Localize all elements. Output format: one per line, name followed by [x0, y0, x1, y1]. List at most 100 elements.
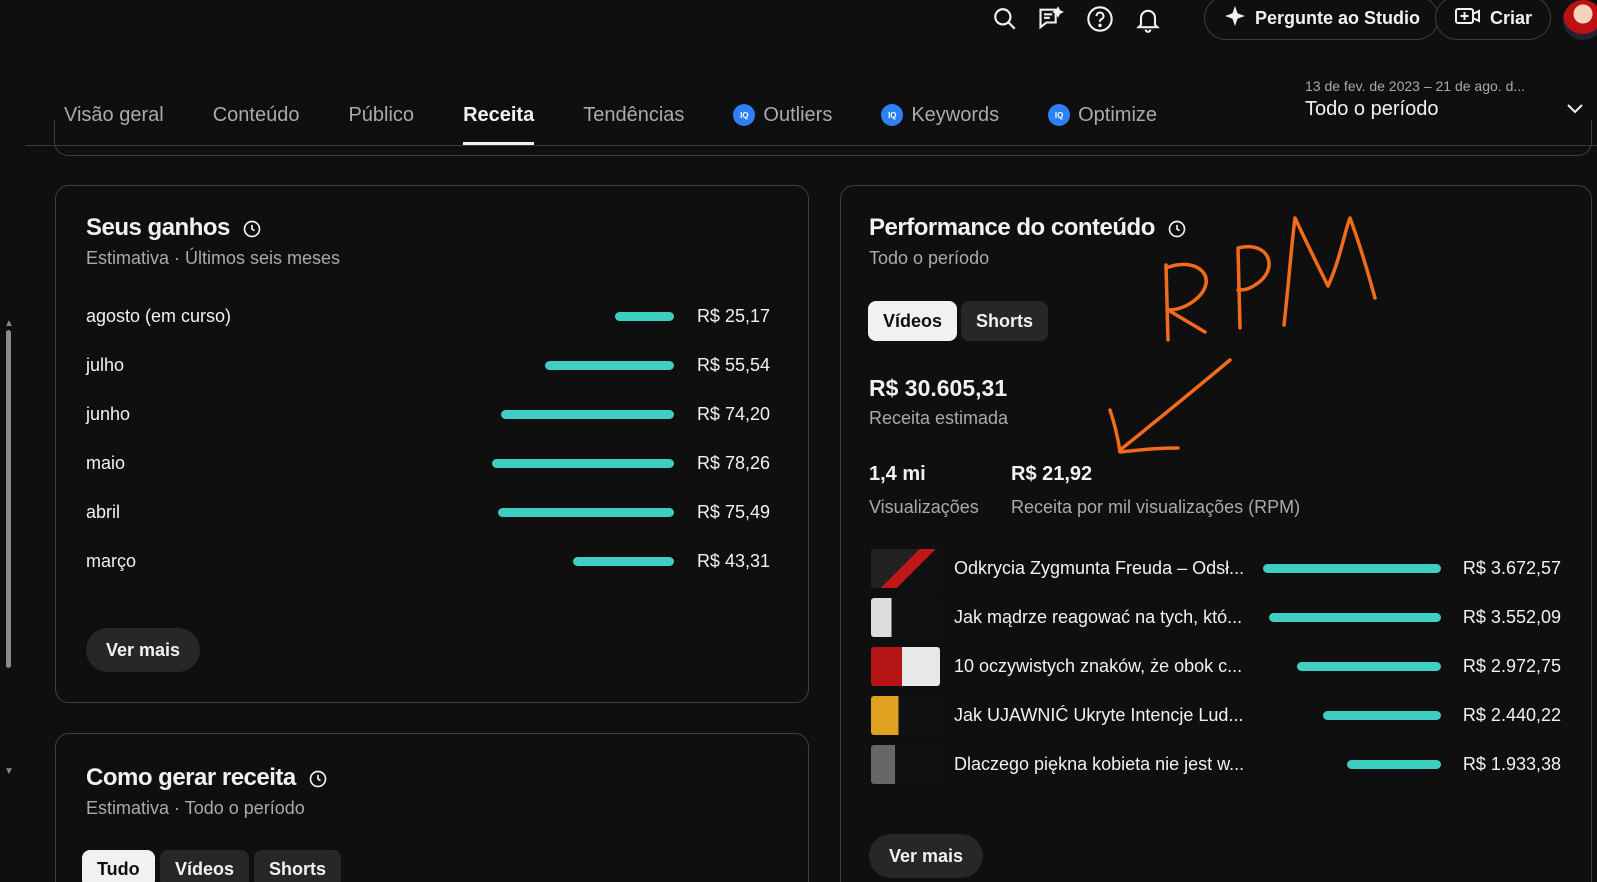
sparkle-icon: [1223, 4, 1247, 33]
create-button[interactable]: Criar: [1435, 0, 1552, 40]
video-bar-wrap: [1246, 563, 1441, 573]
performance-title-wrap: Performance do conteúdo: [869, 214, 1187, 242]
video-bar-wrap: [1246, 612, 1441, 622]
earnings-title: Seus ganhos: [86, 214, 230, 241]
video-revenue-bar: [1269, 612, 1441, 622]
how-to-earn-card: Como gerar receita Estimativa · Todo o p…: [55, 733, 809, 882]
previous-card-edge: [54, 120, 1592, 156]
video-thumbnail: [871, 548, 940, 588]
month-label: agosto (em curso): [86, 305, 232, 326]
video-revenue-value: R$ 3.552,09: [1462, 606, 1561, 627]
clock-icon[interactable]: [242, 218, 262, 238]
scroll-up-arrow[interactable]: ▲: [4, 318, 14, 329]
ask-studio-label: Pergunte ao Studio: [1255, 7, 1421, 28]
performance-more-button[interactable]: Ver mais: [869, 834, 984, 878]
earnings-bar: [501, 409, 674, 419]
earnings-bar: [492, 458, 674, 468]
how-to-subtitle: Estimativa · Todo o período: [86, 798, 305, 818]
top-bar: Pergunte ao Studio Criar: [0, 0, 1597, 40]
content-performance-card: Performance do conteúdo Todo o período V…: [840, 185, 1592, 882]
date-range-period: Todo o período: [1305, 98, 1439, 120]
earnings-row: agosto (em curso) R$ 25,17: [86, 301, 770, 331]
earnings-bar: [615, 311, 674, 321]
earnings-title-wrap: Seus ganhos: [86, 214, 262, 242]
video-thumbnail: [871, 744, 940, 784]
search-icon[interactable]: [990, 4, 1020, 34]
rpm-label: Receita por mil visualizações (RPM): [1011, 497, 1301, 517]
video-bar-wrap: [1246, 759, 1441, 769]
month-label: junho: [86, 403, 131, 424]
month-label: março: [86, 550, 137, 571]
notifications-icon[interactable]: [1133, 4, 1163, 34]
how-to-title-wrap: Como gerar receita: [86, 764, 328, 792]
performance-subtitle: Todo o período: [869, 248, 990, 268]
video-revenue-value: R$ 2.972,75: [1462, 655, 1561, 676]
video-camera-icon: [1454, 4, 1482, 33]
estimated-revenue-label: Receita estimada: [869, 408, 1009, 428]
video-revenue-value: R$ 1.933,38: [1462, 753, 1561, 774]
performance-title: Performance do conteúdo: [869, 214, 1155, 241]
estimated-revenue-value: R$ 30.605,31: [869, 375, 1008, 401]
earnings-more-button[interactable]: Ver mais: [86, 628, 201, 672]
earnings-value: R$ 74,20: [696, 403, 770, 424]
video-revenue-value: R$ 3.672,57: [1462, 557, 1561, 578]
views-value: 1,4 mi: [869, 463, 926, 485]
filter-videos[interactable]: Vídeos: [160, 850, 250, 882]
video-row[interactable]: Odkrycia Zygmunta Freuda – Odsł... R$ 3.6…: [871, 548, 1561, 588]
rpm-value: R$ 21,92: [1011, 463, 1093, 485]
video-revenue-bar: [1323, 710, 1441, 720]
clock-icon[interactable]: [308, 768, 328, 788]
video-revenue-bar: [1263, 563, 1441, 573]
video-row[interactable]: Dlaczego piękna kobieta nie jest w... R$ …: [871, 744, 1561, 784]
create-label: Criar: [1490, 7, 1533, 28]
earnings-value: R$ 55,54: [696, 354, 770, 375]
earnings-bar: [545, 360, 674, 370]
scrollbar-thumb[interactable]: [6, 330, 11, 668]
earnings-value: R$ 25,17: [696, 305, 770, 326]
filter-all[interactable]: Tudo: [82, 850, 155, 882]
video-bar-wrap: [1246, 710, 1441, 720]
earnings-row: maio R$ 78,26: [86, 448, 770, 478]
month-label: maio: [86, 452, 126, 473]
video-title: Jak mądrze reagować na tych, któ...: [954, 606, 1243, 627]
clock-icon[interactable]: [1167, 218, 1187, 238]
earnings-subtitle: Estimativa · Últimos seis meses: [86, 248, 341, 268]
earnings-row: abril R$ 75,49: [86, 497, 770, 527]
video-row[interactable]: Jak mądrze reagować na tych, któ... R$ 3.…: [871, 597, 1561, 637]
date-range-selector[interactable]: 13 de fev. de 2023 – 21 de ago. d... Tod…: [1305, 78, 1587, 121]
video-title: Odkrycia Zygmunta Freuda – Odsł...: [954, 557, 1245, 578]
video-bar-wrap: [1246, 661, 1441, 671]
toggle-shorts[interactable]: Shorts: [961, 301, 1049, 341]
how-to-title: Como gerar receita: [86, 764, 296, 791]
video-title: Jak UJAWNIĆ Ukryte Intencje Lud...: [954, 704, 1244, 725]
earnings-row: julho R$ 55,54: [86, 350, 770, 380]
help-icon[interactable]: [1085, 4, 1115, 34]
earnings-value: R$ 43,31: [696, 550, 770, 571]
header-divider: [25, 145, 1597, 146]
earnings-card: Seus ganhos Estimativa · Últimos seis me…: [55, 185, 809, 703]
video-title: 10 oczywistych znaków, że obok c...: [954, 655, 1243, 676]
avatar[interactable]: [1563, 0, 1597, 40]
chevron-down-icon: [1563, 96, 1587, 120]
video-revenue-bar: [1297, 661, 1441, 671]
month-label: abril: [86, 501, 121, 522]
date-range-text: 13 de fev. de 2023 – 21 de ago. d...: [1305, 78, 1526, 94]
scroll-down-arrow[interactable]: ▼: [4, 766, 14, 777]
video-title: Dlaczego piękna kobieta nie jest w...: [954, 753, 1245, 774]
video-revenue-value: R$ 2.440,22: [1462, 704, 1561, 725]
video-row[interactable]: 10 oczywistych znaków, że obok c... R$ 2.…: [871, 646, 1561, 686]
month-label: julho: [86, 354, 125, 375]
ask-studio-button[interactable]: Pergunte ao Studio: [1204, 0, 1440, 40]
earnings-value: R$ 75,49: [696, 501, 770, 522]
video-thumbnail: [871, 646, 940, 686]
earnings-row: março R$ 43,31: [86, 546, 770, 576]
earnings-value: R$ 78,26: [696, 452, 770, 473]
video-thumbnail: [871, 695, 940, 735]
views-label: Visualizações: [869, 497, 979, 517]
earnings-bar: [573, 556, 674, 566]
feedback-icon[interactable]: [1036, 4, 1066, 34]
filter-shorts[interactable]: Shorts: [254, 850, 342, 882]
video-row[interactable]: Jak UJAWNIĆ Ukryte Intencje Lud... R$ 2.4…: [871, 695, 1561, 735]
toggle-videos[interactable]: Vídeos: [868, 301, 958, 341]
earnings-bar: [498, 507, 674, 517]
